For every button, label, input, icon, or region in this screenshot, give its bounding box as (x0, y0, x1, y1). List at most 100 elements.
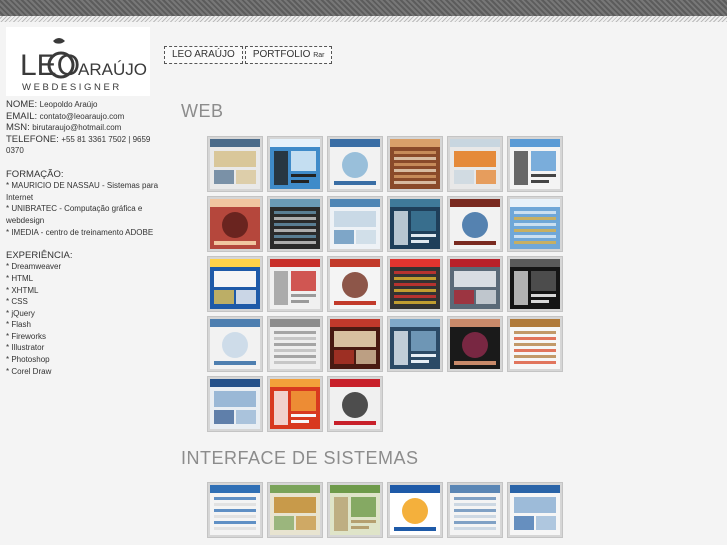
contact-phone: TELEFONE: +55 81 3361 7502 | 9659 0370 (6, 134, 166, 157)
logo[interactable]: LEO ARAÚJO WEBDESIGNER (6, 27, 150, 96)
experiencia-item: * CSS (6, 297, 28, 307)
contact-name: NOME: Leopoldo Araújo (6, 99, 166, 111)
contact-phone-label: TELEFONE: (6, 133, 59, 145)
thumbnail-preview-image (450, 485, 500, 535)
thumbnail-preview-image (210, 259, 260, 309)
portfolio-thumbnail[interactable] (327, 376, 383, 432)
portfolio-thumbnail[interactable] (387, 256, 443, 312)
portfolio-thumbnail[interactable] (447, 136, 503, 192)
thumbnail-preview-image (390, 319, 440, 369)
experiencia-item: * Flash (6, 320, 31, 330)
experiencia-item: * HTML (6, 273, 34, 283)
thumbnail-preview-image (210, 485, 260, 535)
formacao-item: * UNIBRATEC - Computação gráfica e webde… (6, 204, 143, 225)
thumbnail-preview-image (390, 485, 440, 535)
logo-leaf-icon (53, 38, 65, 44)
portfolio-thumbnail[interactable] (387, 316, 443, 372)
thumbnail-preview-image (270, 139, 320, 189)
logo-sub-text: WEBDESIGNER (22, 82, 122, 93)
contact-msn-value: birutaraujo@hotmail.com (32, 123, 122, 133)
thumbnail-preview-image (270, 379, 320, 429)
formacao-item: * MAURICIO DE NASSAU - Sistemas para Int… (6, 181, 159, 202)
portfolio-thumbnail[interactable] (447, 196, 503, 252)
contact-name-label: NOME: (6, 99, 38, 110)
portfolio-thumbnail[interactable] (207, 136, 263, 192)
experiencia-heading: EXPERIÊNCIA: (6, 249, 73, 261)
portfolio-thumbnail[interactable] (387, 196, 443, 252)
profile-info: NOME: Leopoldo Araújo EMAIL: contato@leo… (6, 99, 166, 377)
portfolio-thumbnail[interactable] (207, 316, 263, 372)
thumbnail-preview-image (510, 199, 560, 249)
contact-email-label: EMAIL: (6, 110, 38, 122)
portfolio-thumbnail[interactable] (507, 136, 563, 192)
nav-portfolio-suffix: Rar (313, 52, 325, 59)
thumbnail-preview-image (510, 259, 560, 309)
thumbnail-preview-image (270, 199, 320, 249)
experiencia-item: * jQuery (6, 308, 35, 318)
experiencia-item: * XHTML (6, 285, 39, 295)
experiencia-item: * Photoshop (6, 355, 50, 365)
formacao-item: * IMEDIA - centro de treinamento ADOBE (6, 227, 154, 237)
portfolio-thumbnail[interactable] (327, 482, 383, 538)
portfolio-thumbnail[interactable] (447, 316, 503, 372)
thumbnail-preview-image (390, 139, 440, 189)
thumbnail-preview-image (510, 485, 560, 535)
nav-home-button[interactable]: LEO ARAÚJO (164, 46, 243, 64)
nav-portfolio-button[interactable]: PORTFOLIO Rar (244, 46, 333, 64)
portfolio-thumbnail[interactable] (507, 482, 563, 538)
logo-graphic: LEO ARAÚJO WEBDESIGNER (20, 38, 147, 93)
portfolio-thumbnail[interactable] (447, 256, 503, 312)
contact-name-value: Leopoldo Araújo (39, 100, 98, 109)
thumbnail-preview-image (390, 199, 440, 249)
systems-portfolio-grid (207, 482, 563, 538)
thumbnail-preview-image (210, 319, 260, 369)
portfolio-thumbnail[interactable] (267, 196, 323, 252)
thumbnail-preview-image (450, 199, 500, 249)
main-nav: LEO ARAÚJO PORTFOLIO Rar (164, 46, 333, 65)
experiencia-item: * Illustrator (6, 343, 45, 353)
thumbnail-preview-image (210, 379, 260, 429)
portfolio-thumbnail[interactable] (207, 196, 263, 252)
contact-email: EMAIL: contato@leoaraujo.com (6, 111, 166, 123)
portfolio-thumbnail[interactable] (327, 196, 383, 252)
experiencia-item: * Dreamweaver (6, 262, 62, 272)
portfolio-thumbnail[interactable] (267, 256, 323, 312)
portfolio-thumbnail[interactable] (507, 196, 563, 252)
thumbnail-preview-image (330, 139, 380, 189)
thumbnail-preview-image (330, 379, 380, 429)
section-title-web: WEB (181, 101, 224, 121)
experiencia-item: * Corel Draw (6, 366, 52, 376)
web-portfolio-grid (207, 136, 563, 432)
nav-portfolio-label: PORTFOLIO (252, 49, 311, 60)
portfolio-thumbnail[interactable] (327, 136, 383, 192)
thumbnail-preview-image (450, 259, 500, 309)
portfolio-thumbnail[interactable] (387, 482, 443, 538)
contact-msn: MSN: birutaraujo@hotmail.com (6, 122, 166, 134)
portfolio-thumbnail[interactable] (267, 316, 323, 372)
portfolio-thumbnail[interactable] (327, 316, 383, 372)
portfolio-thumbnail[interactable] (507, 316, 563, 372)
portfolio-thumbnail[interactable] (327, 256, 383, 312)
portfolio-thumbnail[interactable] (387, 136, 443, 192)
thumbnail-preview-image (390, 259, 440, 309)
portfolio-thumbnail[interactable] (267, 376, 323, 432)
top-pattern-bar (0, 0, 727, 22)
experiencia-item: * Fireworks (6, 331, 47, 341)
thumbnail-preview-image (510, 319, 560, 369)
thumbnail-preview-image (330, 199, 380, 249)
portfolio-thumbnail[interactable] (447, 482, 503, 538)
contact-email-value: contato@leoaraujo.com (39, 111, 125, 121)
thumbnail-preview-image (330, 319, 380, 369)
thumbnail-preview-image (210, 199, 260, 249)
portfolio-thumbnail[interactable] (267, 482, 323, 538)
contact-msn-label: MSN: (6, 122, 30, 134)
logo-surname-text: ARAÚJO (78, 60, 147, 79)
thumbnail-preview-image (510, 139, 560, 189)
portfolio-thumbnail[interactable] (207, 482, 263, 538)
portfolio-thumbnail[interactable] (507, 256, 563, 312)
portfolio-thumbnail[interactable] (267, 136, 323, 192)
thumbnail-preview-image (450, 319, 500, 369)
portfolio-thumbnail[interactable] (207, 256, 263, 312)
portfolio-thumbnail[interactable] (207, 376, 263, 432)
